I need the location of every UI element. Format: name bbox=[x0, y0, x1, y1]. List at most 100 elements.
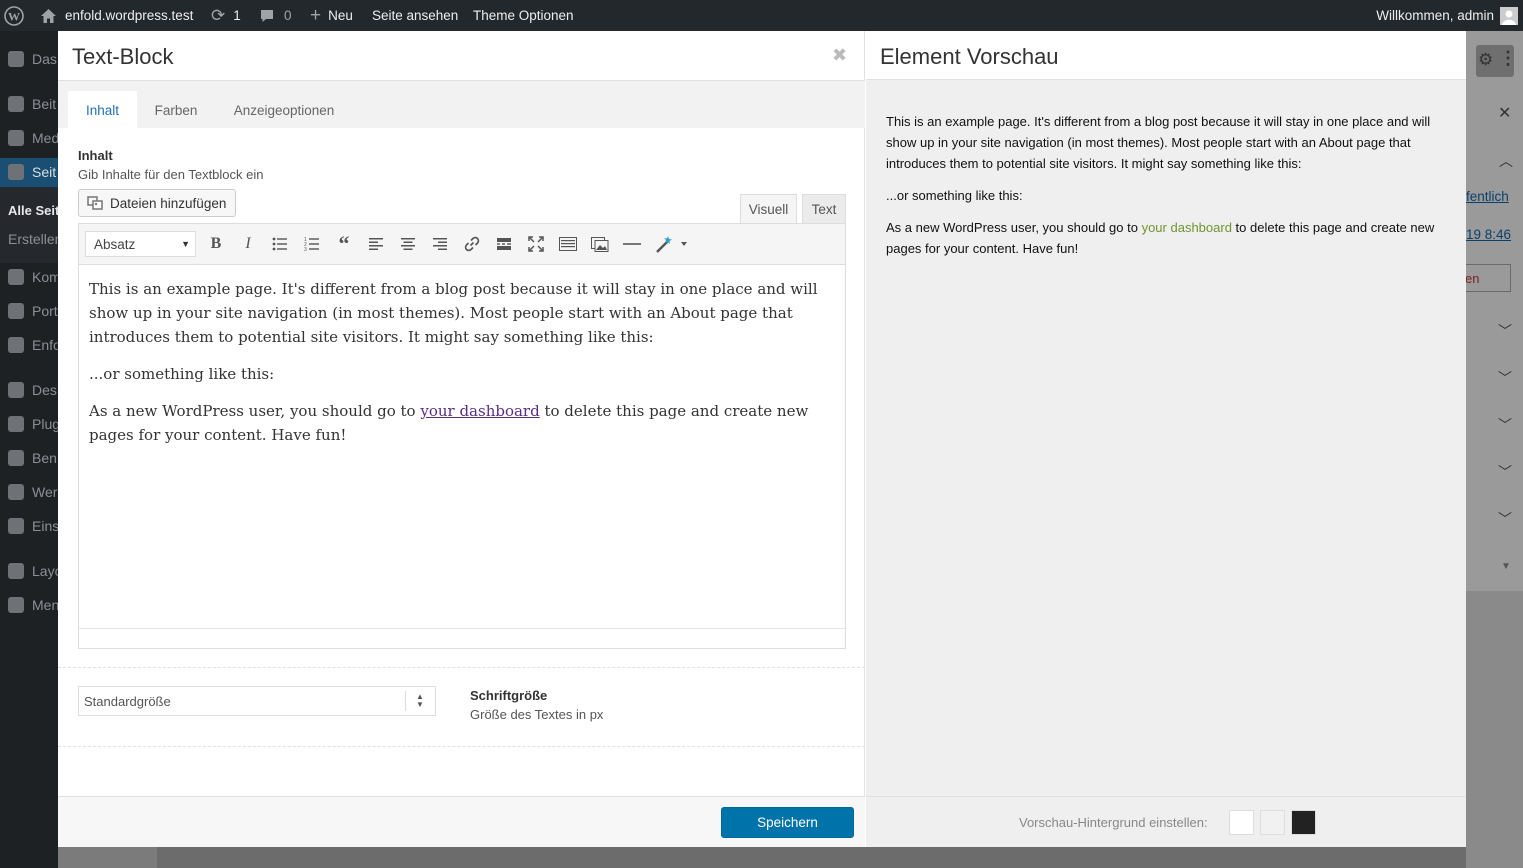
tab-text[interactable]: Text bbox=[802, 194, 846, 223]
home-icon bbox=[40, 8, 57, 24]
background-trash-button[interactable]: en bbox=[1464, 264, 1511, 292]
preview-bg-label: Vorschau-Hintergrund einstellen: bbox=[1019, 815, 1208, 830]
gear-icon: ⚙ bbox=[1478, 50, 1494, 69]
background-date-link[interactable]: 19 8:46 bbox=[1466, 227, 1511, 242]
chevron-down-icon[interactable]: ﹀ bbox=[1498, 321, 1512, 341]
editor-content[interactable]: This is an example page. It's different … bbox=[78, 265, 846, 629]
plugins-icon bbox=[8, 416, 24, 432]
background-publish-link[interactable]: fentlich bbox=[1466, 189, 1509, 204]
new-content-link[interactable]: + Neu bbox=[310, 0, 353, 31]
font-size-label: Schriftgröße bbox=[470, 688, 548, 703]
sidebar-item-label: Med bbox=[32, 130, 60, 146]
chevron-down-icon[interactable]: ﹀ bbox=[1498, 462, 1512, 482]
sidebar-item[interactable]: Seit bbox=[8, 162, 56, 182]
close-icon[interactable]: ✖ bbox=[832, 45, 847, 66]
sidebar-item[interactable]: Ben bbox=[8, 448, 57, 468]
dropdown-arrow-icon: ▼ bbox=[181, 239, 190, 249]
chevron-down-icon[interactable]: ﹀ bbox=[1498, 368, 1512, 388]
add-files-label: Dateien hinzufügen bbox=[110, 195, 227, 211]
portfolio-icon bbox=[8, 303, 24, 319]
sidebar-item[interactable]: Port bbox=[8, 301, 58, 321]
caret-down-icon[interactable]: ▼ bbox=[1501, 561, 1511, 572]
sidebar-item[interactable]: Des bbox=[8, 380, 57, 400]
sidebar-item[interactable]: Men bbox=[8, 595, 59, 615]
font-size-select[interactable]: Standardgröße ▲ ▼ bbox=[78, 686, 436, 716]
read-more-icon[interactable] bbox=[494, 234, 514, 254]
preview-title: Element Vorschau bbox=[880, 44, 1059, 69]
bg-swatch-white[interactable] bbox=[1229, 810, 1254, 835]
site-name: enfold.wordpress.test bbox=[65, 8, 194, 23]
sidebar-item-label: Kom bbox=[32, 269, 61, 285]
sidebar-item[interactable]: Med bbox=[8, 128, 59, 148]
greeting: Willkommen, admin bbox=[1376, 8, 1494, 23]
theme-options-link[interactable]: Theme Optionen bbox=[473, 0, 574, 31]
bg-swatch-dark[interactable] bbox=[1291, 810, 1316, 835]
insert-media-icon[interactable] bbox=[590, 234, 610, 254]
wordpress-logo-icon[interactable]: W bbox=[4, 0, 24, 31]
tab-inhalt[interactable]: Inhalt bbox=[68, 91, 137, 129]
select-arrows-icon: ▲ ▼ bbox=[416, 692, 424, 709]
preview-pane: Element Vorschau This is an example page… bbox=[866, 31, 1466, 847]
bullet-list-icon[interactable] bbox=[270, 234, 290, 254]
preview-paragraph: ...or something like this: bbox=[886, 188, 1023, 203]
bg-swatch-light[interactable] bbox=[1260, 810, 1285, 835]
italic-icon[interactable]: I bbox=[238, 234, 258, 254]
site-name-link[interactable]: enfold.wordpress.test bbox=[40, 0, 193, 31]
tab-farben[interactable]: Farben bbox=[143, 91, 209, 129]
divider bbox=[58, 667, 865, 668]
more-options-icon[interactable]: ⋮ bbox=[1499, 48, 1517, 69]
editor-text: As a new WordPress user, you should go t… bbox=[89, 402, 421, 420]
view-page-link[interactable]: Seite ansehen bbox=[372, 0, 458, 31]
save-button[interactable]: Speichern bbox=[721, 807, 854, 838]
appearance-icon bbox=[8, 382, 24, 398]
settings-pane: Text-Block ✖ Inhalt Farben Anzeigeoption… bbox=[58, 31, 865, 847]
sidebar-item[interactable]: Enfo bbox=[8, 335, 61, 355]
sidebar-item-label: Wer bbox=[32, 484, 58, 500]
comments-icon bbox=[259, 8, 275, 24]
numbered-list-icon[interactable]: 123 bbox=[302, 234, 322, 254]
background-editor-bottom bbox=[157, 847, 1466, 868]
comments-icon bbox=[8, 269, 24, 285]
updates-link[interactable]: ⟳ 1 bbox=[211, 0, 241, 31]
sidebar-item-label: Port bbox=[32, 303, 58, 319]
dashboard-link[interactable]: your dashboard bbox=[420, 402, 539, 420]
sidebar-item-label: Beit bbox=[32, 96, 57, 112]
fullscreen-icon[interactable] bbox=[526, 234, 546, 254]
align-center-icon[interactable] bbox=[398, 234, 418, 254]
sidebar-item[interactable]: Eins bbox=[8, 516, 59, 536]
align-left-icon[interactable] bbox=[366, 234, 386, 254]
sidebar-item[interactable]: Beit bbox=[8, 94, 56, 114]
sidebar-item[interactable]: Alle Seit bbox=[8, 200, 59, 220]
bold-icon[interactable]: B bbox=[206, 234, 226, 254]
shortcode-wand-icon[interactable] bbox=[654, 234, 688, 254]
plus-icon: + bbox=[310, 5, 322, 26]
chevron-down-icon[interactable]: ﹀ bbox=[1498, 509, 1512, 529]
background-close-icon[interactable]: ✕ bbox=[1498, 103, 1511, 123]
sidebar-item[interactable]: Kom bbox=[8, 267, 61, 287]
modal-title: Text-Block bbox=[72, 44, 174, 69]
sidebar-item[interactable]: Erstellen bbox=[8, 229, 62, 249]
preview-dashboard-link[interactable]: your dashboard bbox=[1142, 220, 1232, 235]
sidebar-item[interactable]: Plug bbox=[8, 414, 60, 434]
sidebar-item[interactable]: Das bbox=[8, 49, 57, 69]
chevron-up-icon[interactable]: ︿ bbox=[1499, 151, 1513, 171]
tab-anzeigeoptionen[interactable]: Anzeigeoptionen bbox=[221, 91, 347, 129]
content-description: Gib Inhalte für den Textblock ein bbox=[78, 167, 264, 182]
tab-visual[interactable]: Visuell bbox=[740, 194, 797, 223]
add-files-button[interactable]: Dateien hinzufügen bbox=[78, 189, 236, 217]
align-right-icon[interactable] bbox=[430, 234, 450, 254]
sidebar-item-label: Erstellen bbox=[8, 231, 63, 247]
collapse-icon bbox=[8, 597, 24, 613]
font-size-description: Größe des Textes in px bbox=[470, 707, 604, 722]
sidebar-item[interactable]: Layo bbox=[8, 561, 62, 581]
comments-link[interactable]: 0 bbox=[259, 0, 292, 31]
blockquote-icon[interactable]: “ bbox=[334, 231, 354, 256]
link-icon[interactable] bbox=[462, 234, 482, 254]
my-account-link[interactable]: Willkommen, admin bbox=[1376, 0, 1518, 31]
format-select[interactable]: Absatz ▼ bbox=[85, 231, 196, 257]
toolbar-toggle-icon[interactable] bbox=[558, 234, 578, 254]
sidebar-item[interactable]: Wer bbox=[8, 482, 57, 502]
divider bbox=[58, 746, 865, 747]
chevron-down-icon[interactable]: ﹀ bbox=[1498, 415, 1512, 435]
horizontal-line-icon[interactable] bbox=[622, 234, 642, 254]
